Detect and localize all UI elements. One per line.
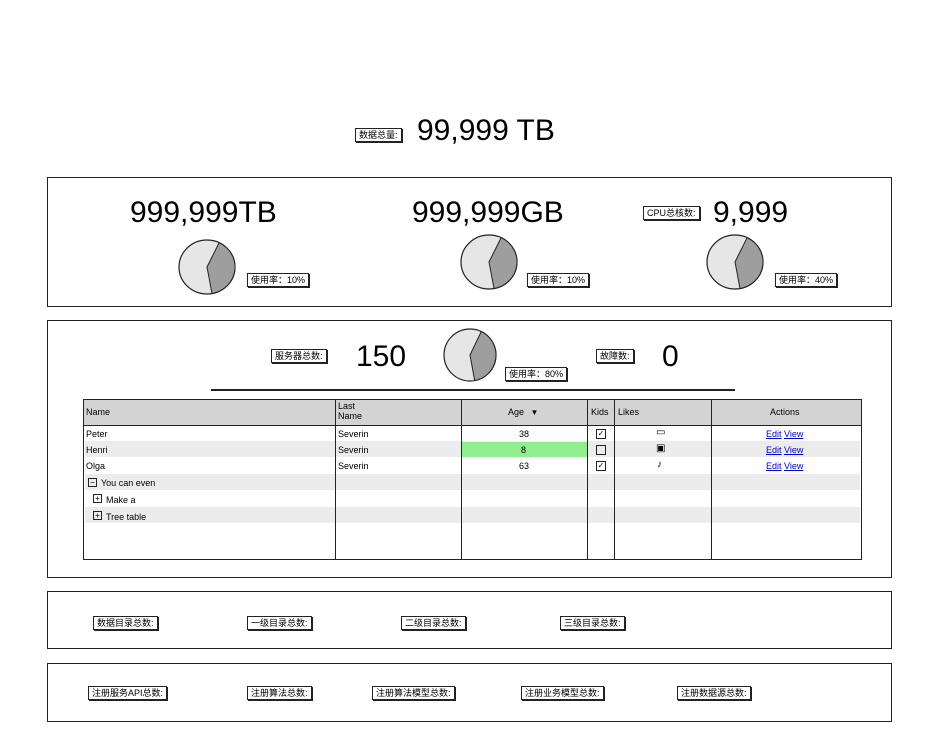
row-3-age: 63: [519, 461, 530, 471]
data-total-label: 数据总量:: [355, 128, 402, 142]
tree-collapse-toggle[interactable]: −: [88, 478, 97, 487]
row-2-age: 8: [521, 445, 527, 455]
row-stripe: [85, 507, 860, 523]
catalog-panel: [47, 591, 892, 649]
tree-expand-toggle[interactable]: +: [93, 494, 102, 503]
registered-algorithm-model-count-label: 注册算法模型总数:: [372, 686, 455, 700]
row-2-view-link[interactable]: View: [784, 445, 803, 455]
row-1-kids-checkbox[interactable]: ✓: [596, 429, 606, 439]
row-1-actions: Edit View: [766, 428, 803, 440]
row-1-last-name: Severin: [338, 429, 369, 439]
music-note-icon: ♪: [657, 459, 662, 470]
server-usage-pie: [443, 328, 497, 382]
column-header-kids[interactable]: Kids: [591, 406, 609, 418]
last-name-header-line2: Name: [338, 411, 363, 421]
row-3-last-name: Severin: [338, 461, 369, 471]
column-header-last-name[interactable]: Last Name: [338, 401, 362, 421]
tree-node-label: Make a: [106, 495, 136, 505]
memory-total-value: 999,999GB: [412, 196, 564, 229]
row-1-view-link[interactable]: View: [784, 429, 803, 439]
registered-api-count-label: 注册服务API总数:: [88, 686, 168, 700]
data-table: Name Last Name Age ▼ Kids Likes Actions …: [83, 399, 862, 560]
row-2-actions: Edit View: [766, 444, 803, 456]
registered-business-model-count-label: 注册业务模型总数:: [521, 686, 604, 700]
row-stripe: [85, 474, 860, 490]
tree-expand-toggle[interactable]: +: [93, 511, 102, 520]
disk-total-value: 999,999TB: [130, 196, 277, 229]
row-2-kids-checkbox[interactable]: [596, 445, 606, 455]
column-divider: [461, 400, 462, 559]
disk-usage-label: 使用率：10%: [247, 273, 310, 287]
row-2-last-name: Severin: [338, 445, 369, 455]
data-total-value: 99,999 TB: [417, 114, 555, 147]
column-divider: [587, 400, 588, 559]
column-header-name[interactable]: Name: [86, 406, 110, 418]
divider-line: [211, 389, 735, 391]
memory-usage-pie: [460, 234, 518, 290]
row-3-name: Olga: [86, 461, 106, 471]
row-3-edit-link[interactable]: Edit: [766, 461, 782, 471]
row-2-name: Henri: [86, 445, 108, 455]
row-3-actions: Edit View: [766, 460, 803, 472]
row-1-name: Peter: [86, 429, 108, 439]
data-catalog-count-label: 数据目录总数:: [93, 616, 158, 630]
fault-count-value: 0: [662, 340, 679, 373]
column-divider: [614, 400, 615, 559]
age-header-label: Age: [508, 407, 525, 417]
sort-descending-icon[interactable]: ▼: [531, 408, 539, 417]
row-1-age: 38: [519, 429, 530, 439]
cpu-usage-label: 使用率：40%: [775, 273, 838, 287]
memory-usage-label: 使用率：10%: [527, 273, 590, 287]
server-usage-label: 使用率：80%: [505, 367, 568, 381]
column-divider: [335, 400, 336, 559]
row-3-kids-checkbox[interactable]: ✓: [596, 461, 606, 471]
server-count-label: 服务器总数:: [271, 349, 327, 363]
registered-datasource-count-label: 注册数据源总数:: [677, 686, 751, 700]
column-divider: [711, 400, 712, 559]
disk-usage-pie: [178, 239, 236, 295]
row-2-edit-link[interactable]: Edit: [766, 445, 782, 455]
level1-catalog-count-label: 一级目录总数:: [247, 616, 312, 630]
column-header-likes[interactable]: Likes: [618, 406, 639, 418]
tree-node-label: You can even: [101, 478, 156, 488]
chat-icon: ▭: [656, 427, 666, 438]
level3-catalog-count-label: 三级目录总数:: [560, 616, 625, 630]
row-3-view-link[interactable]: View: [784, 461, 803, 471]
last-name-header-line1: Last: [338, 401, 356, 411]
server-count-value: 150: [356, 340, 407, 373]
row-1-edit-link[interactable]: Edit: [766, 429, 782, 439]
column-header-age[interactable]: Age ▼: [508, 406, 538, 419]
cpu-cores-value: 9,999: [713, 196, 789, 229]
table-header: [84, 400, 861, 426]
tree-node-label: Tree table: [106, 512, 147, 522]
level2-catalog-count-label: 二级目录总数:: [401, 616, 466, 630]
registered-algorithm-count-label: 注册算法总数:: [247, 686, 312, 700]
column-header-actions[interactable]: Actions: [770, 406, 800, 418]
cpu-cores-label: CPU总核数:: [643, 206, 700, 220]
cpu-usage-pie: [706, 234, 764, 290]
registry-panel: [47, 663, 892, 722]
fault-count-label: 故障数:: [596, 349, 634, 363]
bus-icon: ▣: [656, 443, 666, 454]
